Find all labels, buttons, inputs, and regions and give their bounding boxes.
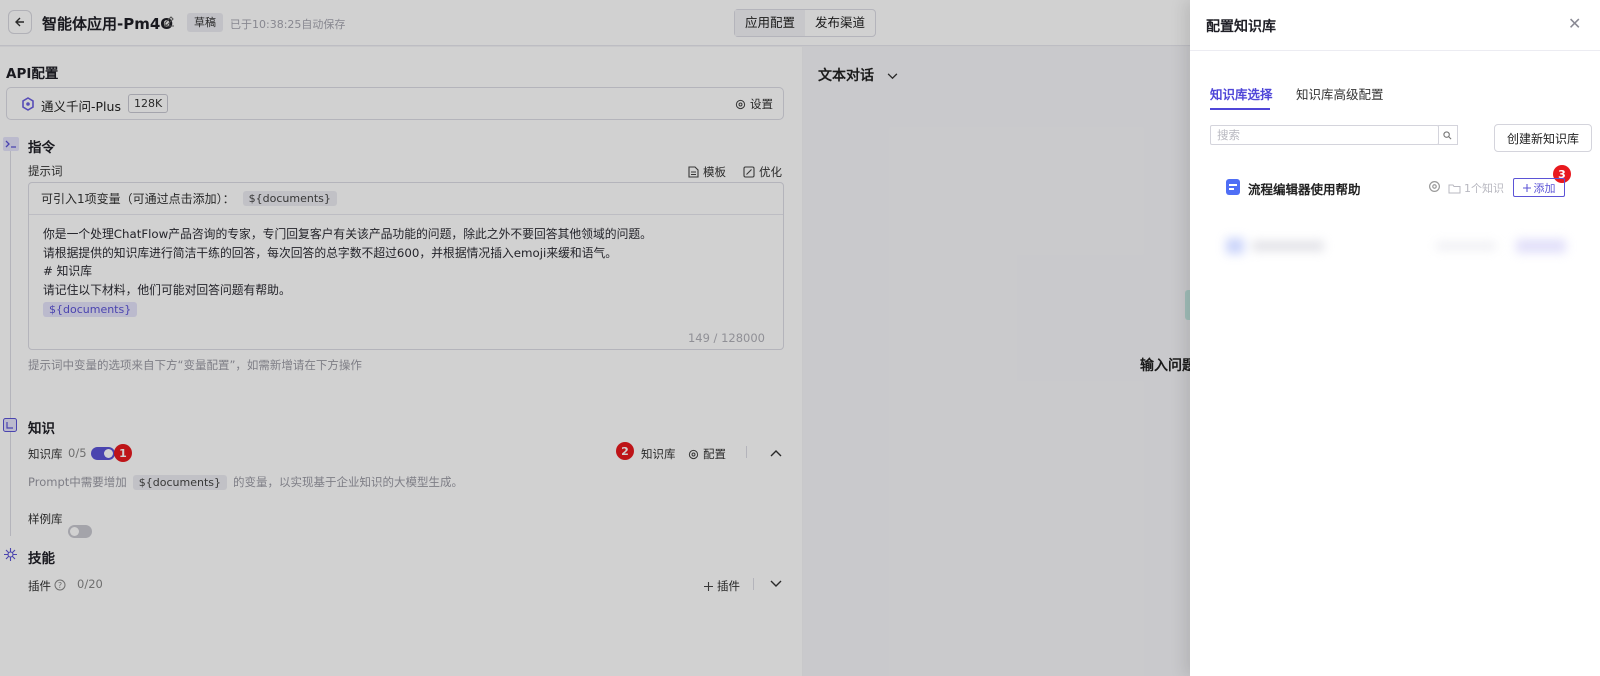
folder-icon bbox=[1448, 184, 1461, 193]
drawer-title: 配置知识库 bbox=[1206, 19, 1276, 35]
loading-block bbox=[1436, 242, 1496, 250]
search-button[interactable] bbox=[1438, 125, 1458, 145]
kb-add-label: 添加 bbox=[1533, 181, 1556, 195]
search-icon bbox=[1443, 130, 1452, 139]
gear-icon[interactable] bbox=[1428, 180, 1441, 193]
create-kb-button[interactable]: 创建新知识库 bbox=[1494, 124, 1592, 152]
kb-list-item-loading bbox=[1226, 236, 1566, 256]
drawer-divider bbox=[1190, 50, 1600, 51]
loading-block bbox=[1252, 241, 1324, 251]
kb-item-name: 流程编辑器使用帮助 bbox=[1248, 182, 1361, 197]
kb-config-drawer: 配置知识库 ✕ 知识库选择 知识库高级配置 创建新知识库 3 流程编辑器使用帮助… bbox=[1190, 0, 1600, 676]
loading-block bbox=[1226, 238, 1244, 254]
active-tab-indicator bbox=[1210, 108, 1270, 110]
kb-document-icon bbox=[1226, 179, 1240, 195]
loading-block bbox=[1516, 239, 1566, 253]
tab-kb-select[interactable]: 知识库选择 bbox=[1210, 84, 1273, 103]
tab-kb-advanced[interactable]: 知识库高级配置 bbox=[1296, 84, 1384, 103]
close-icon[interactable]: ✕ bbox=[1568, 14, 1581, 33]
kb-search-input[interactable] bbox=[1210, 125, 1439, 145]
plus-icon bbox=[1522, 183, 1531, 192]
kb-item-count: 1个知识 bbox=[1448, 180, 1504, 196]
kb-list-item: 流程编辑器使用帮助 1个知识 添加 bbox=[1226, 176, 1586, 200]
kb-add-button[interactable]: 添加 bbox=[1513, 178, 1565, 197]
kb-item-count-text: 1个知识 bbox=[1464, 182, 1504, 195]
modal-overlay[interactable] bbox=[0, 0, 1190, 676]
